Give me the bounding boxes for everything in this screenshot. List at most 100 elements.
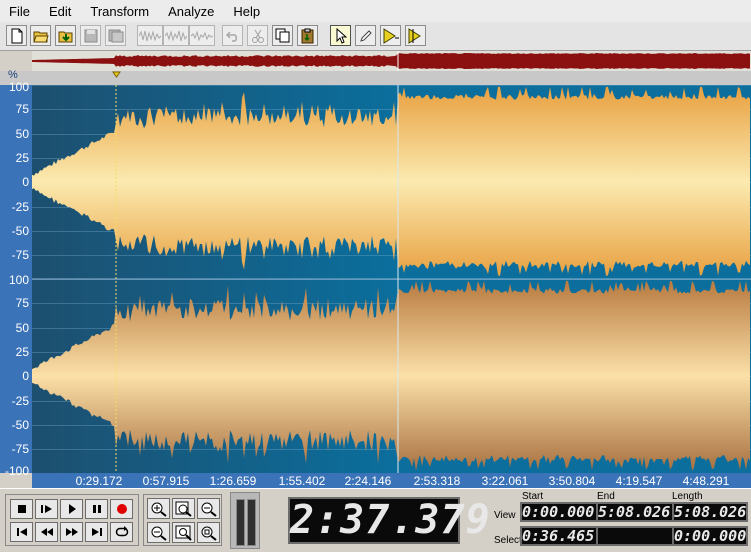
zoom-full-icon	[175, 525, 192, 541]
y-label: 100	[8, 273, 29, 287]
wave-paste-button[interactable]	[163, 25, 189, 46]
time-label: 1:26.659	[209, 474, 257, 488]
skip-start-button[interactable]	[10, 522, 33, 542]
save-button[interactable]	[80, 25, 101, 46]
undo-button[interactable]	[222, 25, 243, 46]
wave-trim-button[interactable]	[189, 25, 215, 46]
pencil-icon	[359, 29, 372, 42]
save-all-icon	[108, 29, 123, 42]
waveform-overview[interactable]	[32, 51, 751, 72]
y-label: 25	[15, 345, 29, 359]
wave-trim-icon	[191, 29, 213, 42]
skip-end-button[interactable]	[85, 522, 108, 542]
select-end-field[interactable]	[596, 526, 676, 546]
current-time-display: 2:37.379	[288, 497, 491, 544]
wave-paste-icon	[165, 29, 187, 42]
copy-icon	[275, 28, 289, 43]
time-axis: 0:29.172 0:57.915 1:26.659 1:55.402 2:24…	[32, 473, 751, 488]
y-label: 50	[15, 127, 29, 141]
ruler-marker	[112, 71, 121, 78]
y-label: 75	[15, 102, 29, 116]
play-from-cursor-icon	[383, 27, 399, 44]
menu-help[interactable]: Help	[224, 4, 270, 19]
copy-button[interactable]	[272, 25, 293, 46]
loop-button[interactable]	[110, 522, 133, 542]
new-file-button[interactable]	[6, 25, 27, 46]
skip-end-icon	[91, 528, 102, 536]
y-label: 25	[15, 151, 29, 165]
fast-forward-button[interactable]	[60, 522, 83, 542]
time-label: 0:57.915	[142, 474, 190, 488]
y-label: -50	[11, 418, 29, 432]
paste-icon	[301, 28, 313, 43]
menu-transform[interactable]: Transform	[81, 4, 159, 19]
save-icon	[84, 29, 97, 42]
zoom-fit-button[interactable]	[172, 498, 195, 519]
zoom-out-icon	[151, 526, 167, 541]
pencil-tool-button[interactable]	[355, 25, 376, 46]
y-label: -50	[11, 224, 29, 238]
stereo-waveform	[32, 85, 751, 473]
select-length-field[interactable]: 0:00.000	[672, 526, 748, 546]
save-all-button[interactable]	[105, 25, 126, 46]
play-to-cursor-button[interactable]	[405, 25, 426, 46]
zoom-controls	[143, 494, 222, 546]
view-length-field[interactable]: 5:08.026	[672, 502, 748, 522]
stop-button[interactable]	[10, 499, 33, 519]
zoom-out-horizontal-button[interactable]	[197, 498, 220, 519]
y-label: 0	[22, 369, 29, 383]
cut-icon	[251, 29, 264, 43]
rewind-button[interactable]	[35, 522, 58, 542]
zoom-in-horizontal-button[interactable]	[147, 498, 170, 519]
play-icon	[68, 504, 76, 514]
open-button[interactable]	[30, 25, 51, 46]
pause-icon	[92, 505, 101, 513]
zoom-fit-icon	[175, 501, 192, 517]
y-label: -75	[11, 248, 29, 262]
y-label: -75	[11, 442, 29, 456]
paste-button[interactable]	[297, 25, 318, 46]
view-end-field[interactable]: 5:08.026	[596, 502, 676, 522]
zoom-in-h-icon	[151, 502, 167, 517]
toolbar	[0, 22, 751, 51]
menu-file[interactable]: File	[0, 4, 40, 19]
level-meter-right	[247, 499, 256, 546]
level-meter	[230, 492, 260, 549]
wave-mix-icon	[139, 29, 161, 42]
selection-ruler[interactable]	[0, 71, 751, 85]
level-meter-left	[236, 499, 245, 546]
length-header: Length	[672, 491, 703, 502]
y-label: -25	[11, 394, 29, 408]
view-start-field[interactable]: 0:00.000	[520, 502, 600, 522]
select-tool-button[interactable]	[330, 25, 351, 46]
pause-button[interactable]	[85, 499, 108, 519]
waveform-editor[interactable]	[32, 85, 751, 473]
pause-play-icon	[40, 505, 52, 513]
overview-wave-shape	[32, 53, 750, 69]
select-row-label: Select	[494, 535, 522, 546]
time-label: 2:53.318	[413, 474, 461, 488]
cut-button[interactable]	[247, 25, 268, 46]
pause-play-button[interactable]	[35, 499, 58, 519]
zoom-out-button[interactable]	[147, 522, 170, 543]
time-label: 4:48.291	[682, 474, 730, 488]
record-button[interactable]	[110, 499, 133, 519]
zoom-full-button[interactable]	[172, 522, 195, 543]
y-label: 75	[15, 296, 29, 310]
time-label: 4:19.547	[615, 474, 663, 488]
play-from-cursor-button[interactable]	[380, 25, 401, 46]
time-label: 1:55.402	[278, 474, 326, 488]
record-icon	[116, 504, 127, 514]
y-label: 0	[22, 175, 29, 189]
y-label: 50	[15, 321, 29, 335]
wave-mix-button[interactable]	[137, 25, 163, 46]
zoom-selection-button[interactable]	[197, 522, 220, 543]
open-download-button[interactable]	[55, 25, 76, 46]
select-start-field[interactable]: 0:36.465	[520, 526, 600, 546]
y-label: 100	[8, 80, 29, 94]
open-download-icon	[58, 31, 72, 42]
play-button[interactable]	[60, 499, 83, 519]
zoom-selection-icon	[201, 526, 217, 541]
menu-analyze[interactable]: Analyze	[159, 4, 224, 19]
menu-edit[interactable]: Edit	[40, 4, 81, 19]
